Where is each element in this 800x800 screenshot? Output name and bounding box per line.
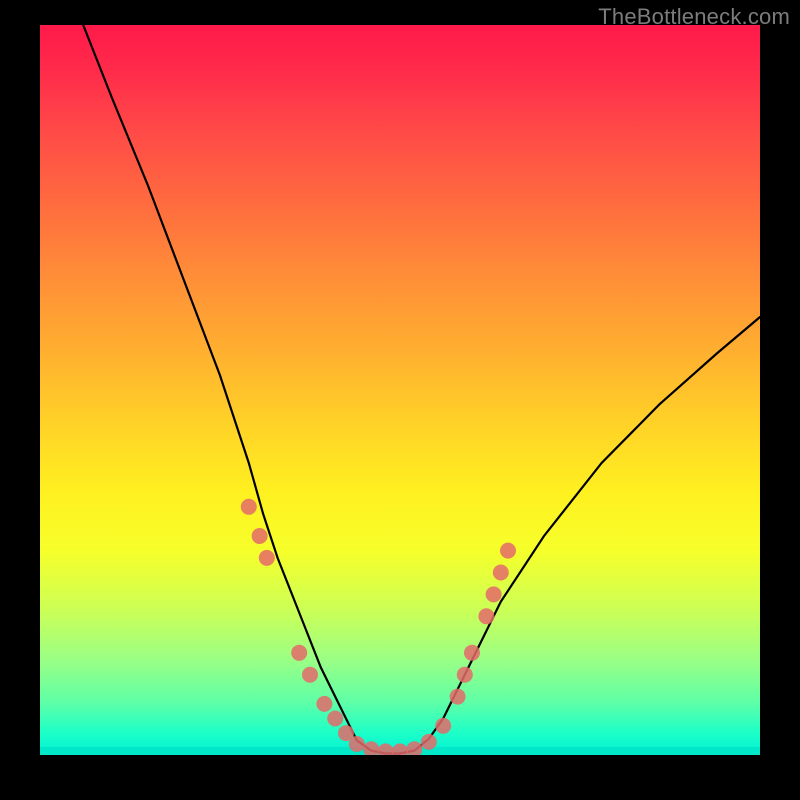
curve-marker [392, 743, 408, 755]
bottleneck-curve-path [83, 25, 760, 754]
curve-marker [450, 689, 466, 705]
curve-marker [259, 550, 275, 566]
curve-marker [421, 734, 437, 750]
curve-marker [302, 667, 318, 683]
curve-marker [291, 645, 307, 661]
curve-marker [435, 718, 451, 734]
curve-markers [241, 499, 516, 755]
curve-marker [500, 543, 516, 559]
curve-marker [327, 711, 343, 727]
curve-marker [406, 741, 422, 755]
chart-frame: TheBottleneck.com [0, 0, 800, 800]
curve-marker [316, 696, 332, 712]
curve-marker [457, 667, 473, 683]
curve-marker [252, 528, 268, 544]
bottleneck-curve-svg [40, 25, 760, 755]
curve-marker [478, 608, 494, 624]
curve-marker [241, 499, 257, 515]
curve-marker [363, 741, 379, 755]
curve-marker [493, 565, 509, 581]
curve-marker [486, 586, 502, 602]
curve-marker [378, 743, 394, 755]
plot-area [40, 25, 760, 755]
curve-marker [464, 645, 480, 661]
watermark-text: TheBottleneck.com [598, 4, 790, 30]
curve-marker [349, 736, 365, 752]
